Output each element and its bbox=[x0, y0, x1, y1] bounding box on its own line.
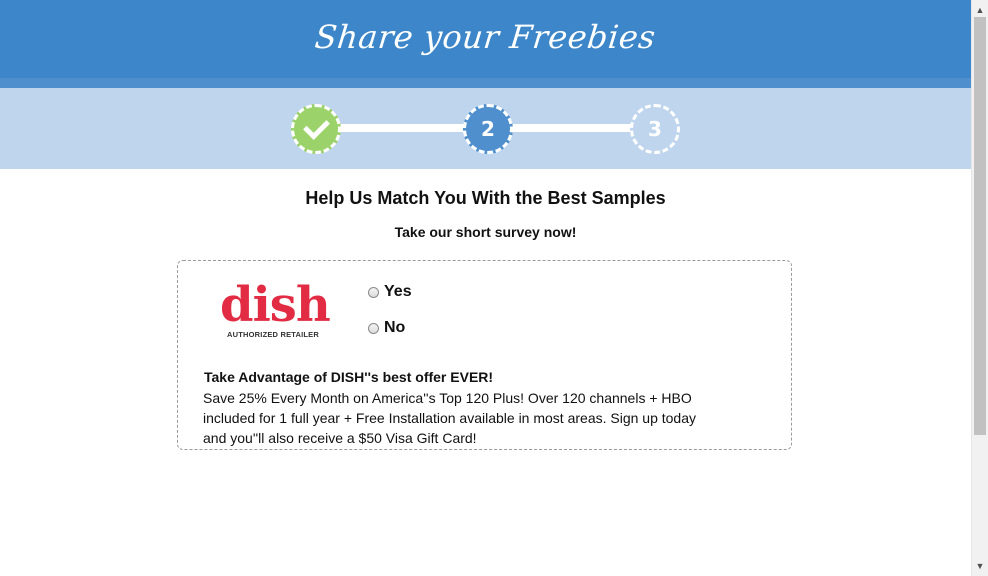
page-title: Help Us Match You With the Best Samples bbox=[305, 188, 666, 208]
header-divider bbox=[0, 78, 971, 88]
option-no[interactable]: No bbox=[368, 319, 405, 337]
site-header: Share your Freebies bbox=[0, 0, 971, 78]
step-1-complete bbox=[291, 104, 341, 154]
page: Share your Freebies 2 3 Help Us Match Yo… bbox=[0, 0, 971, 576]
step-2-current: 2 bbox=[463, 104, 513, 154]
dish-logo: dish AUTHORIZED RETAILER bbox=[220, 277, 331, 343]
scroll-down-arrow-icon[interactable]: ▼ bbox=[972, 558, 988, 574]
no-radio[interactable] bbox=[368, 322, 379, 334]
scroll-up-arrow-icon[interactable]: ▲ bbox=[972, 2, 988, 18]
offer-card: dish AUTHORIZED RETAILER Yes No Take Adv… bbox=[177, 260, 792, 450]
scroll-thumb[interactable] bbox=[974, 17, 986, 435]
logo-tagline: AUTHORIZED RETAILER bbox=[227, 330, 319, 339]
offer-description: Save 25% Every Month on America''s Top 1… bbox=[203, 390, 697, 446]
step-connector bbox=[332, 124, 472, 132]
page-subtitle: Take our short survey now! bbox=[394, 224, 577, 240]
step-3-upcoming: 3 bbox=[630, 104, 680, 154]
step-number: 2 bbox=[481, 117, 495, 141]
offer-title: Take Advantage of DISH''s best offer EVE… bbox=[204, 369, 494, 385]
step-number: 3 bbox=[648, 117, 662, 141]
site-title: Share your Freebies bbox=[313, 18, 658, 56]
check-icon bbox=[302, 113, 330, 140]
option-yes[interactable]: Yes bbox=[368, 283, 412, 301]
logo-wordmark: dish bbox=[220, 277, 331, 333]
yes-radio[interactable] bbox=[368, 286, 379, 298]
vertical-scrollbar[interactable]: ▲ ▼ bbox=[971, 0, 988, 576]
option-label: Yes bbox=[384, 283, 412, 300]
progress-steps: 2 3 bbox=[0, 88, 971, 169]
step-connector bbox=[500, 124, 640, 132]
option-label: No bbox=[384, 319, 406, 336]
